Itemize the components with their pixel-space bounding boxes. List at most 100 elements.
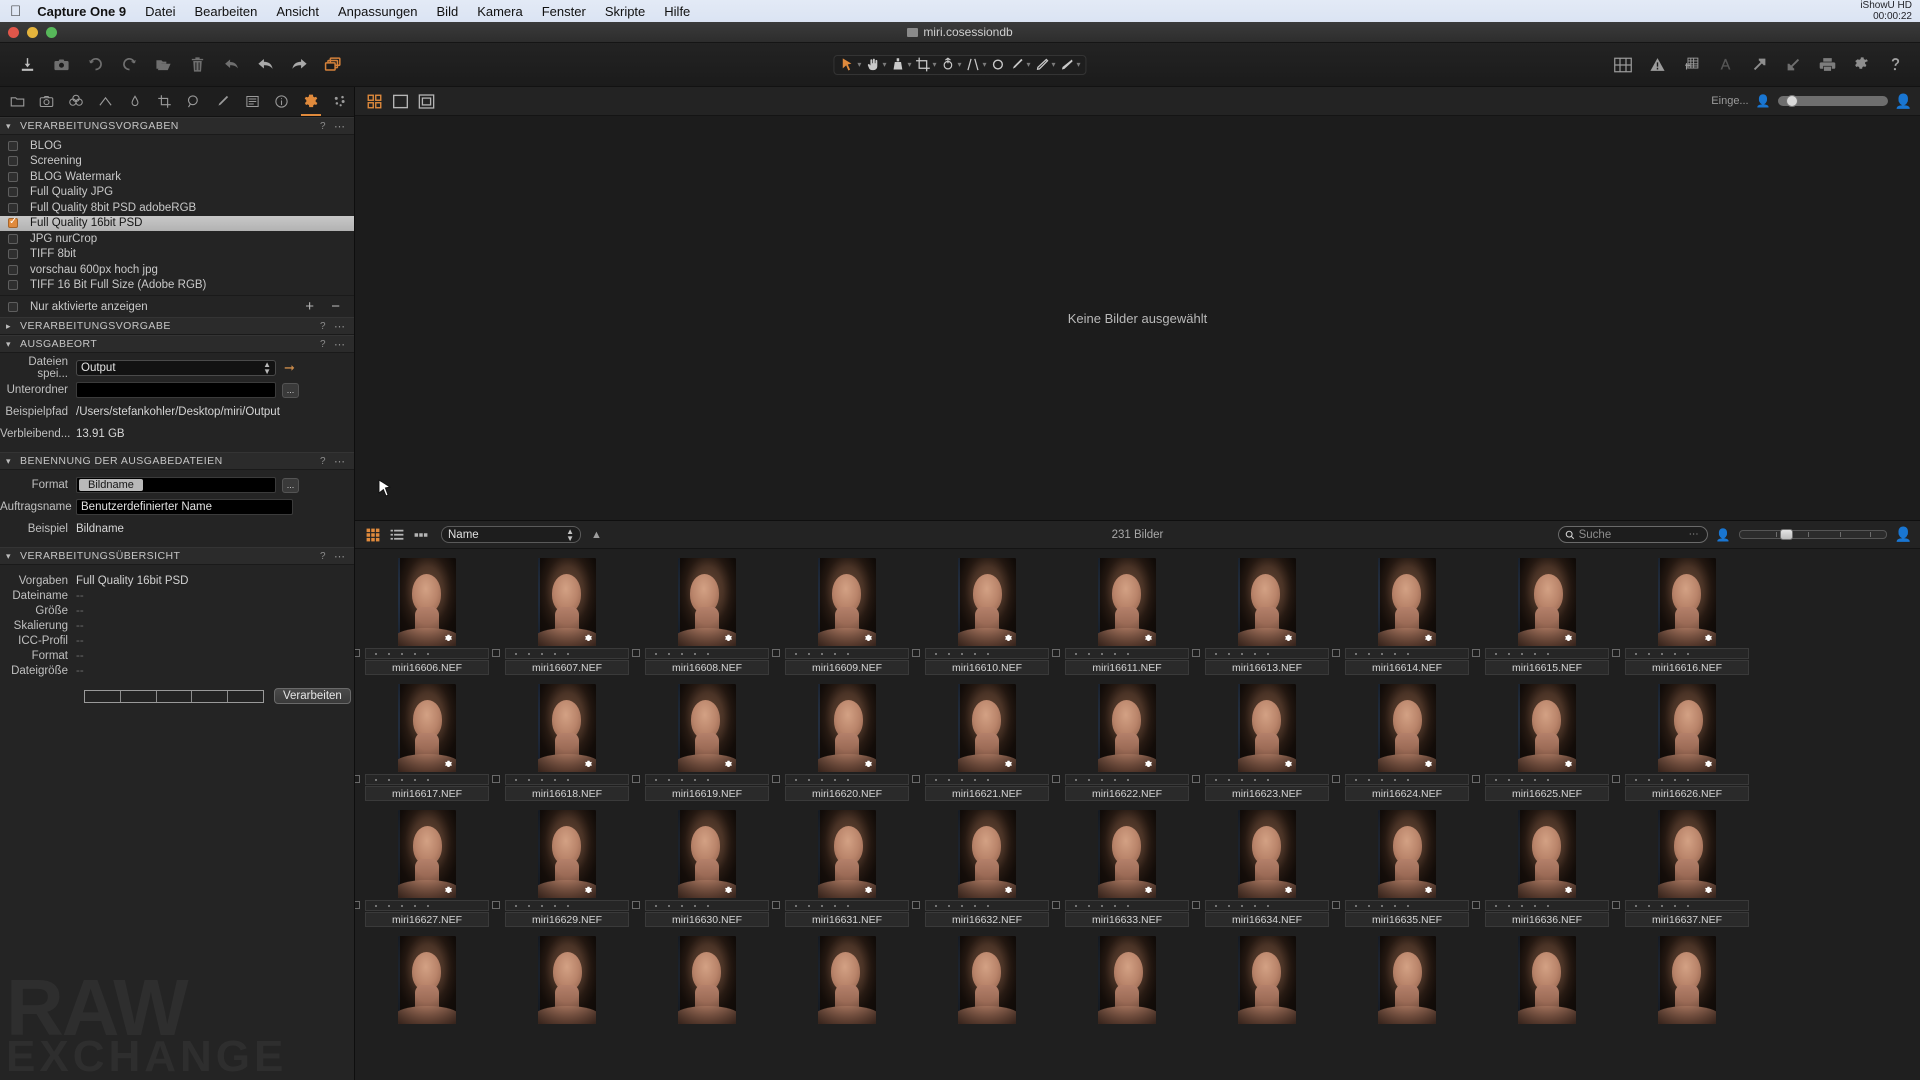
thumbnail-meta-row[interactable] [1612, 774, 1749, 785]
rating-stars[interactable] [926, 904, 989, 907]
redo-icon[interactable] [282, 50, 316, 80]
menu-item-ansicht[interactable]: Ansicht [276, 4, 319, 19]
section-header-processing-presets[interactable]: ▾ VERARBEITUNGSVORGABEN ? ⋯ [0, 117, 354, 135]
checkbox[interactable] [1472, 901, 1480, 909]
rating-stars[interactable] [1626, 778, 1689, 781]
checkbox[interactable] [1052, 775, 1060, 783]
checkbox[interactable] [772, 901, 780, 909]
thumbnail-image[interactable] [678, 936, 736, 1024]
thumbnail-image[interactable] [818, 684, 876, 772]
checkbox[interactable] [8, 187, 18, 198]
chevron-updown-icon[interactable]: ▲ ▼ [566, 527, 574, 542]
checkbox[interactable] [1472, 775, 1480, 783]
image-viewer[interactable]: Keine Bilder ausgewählt [355, 116, 1920, 520]
checkbox[interactable] [1332, 775, 1340, 783]
thumbnail-meta-row[interactable] [772, 774, 909, 785]
rating-stars[interactable] [926, 652, 989, 655]
chevron-down-icon[interactable]: ▾ [6, 551, 14, 562]
checkbox[interactable] [355, 775, 360, 783]
thumbnail-meta-row[interactable] [1472, 774, 1609, 785]
rating-stars[interactable] [646, 904, 709, 907]
thumbnail-cell[interactable]: miri16627.NEF [355, 807, 497, 933]
tab-color[interactable] [92, 89, 119, 115]
exposure-warning-icon[interactable] [1640, 50, 1674, 80]
thumbnail-cell[interactable]: miri16618.NEF [492, 681, 637, 807]
thumbnail-image[interactable] [1378, 558, 1436, 646]
checkbox[interactable] [1612, 649, 1620, 657]
thumbnail-size-slider[interactable] [1738, 529, 1887, 540]
thumbnail-cell[interactable]: miri16633.NEF [1052, 807, 1197, 933]
thumbnail-image[interactable] [1098, 558, 1156, 646]
pan-tool-icon[interactable]: ▾ [863, 57, 888, 72]
section-menu-icon[interactable]: ⋯ [334, 550, 346, 563]
search-menu-icon[interactable]: ⋯ [1689, 529, 1700, 540]
thumbnail-cell[interactable]: miri16635.NEF [1332, 807, 1477, 933]
thumbnail-image[interactable] [1658, 936, 1716, 1024]
grid-view-icon[interactable] [1606, 50, 1640, 80]
thumbnail-meta-row[interactable] [1052, 648, 1189, 659]
thumbnail-meta-row[interactable] [1192, 648, 1329, 659]
thumbnail-meta-row[interactable] [912, 648, 1049, 659]
close-button[interactable] [8, 27, 19, 38]
thumbnail-cell[interactable] [1197, 933, 1337, 1059]
thumbnail-image[interactable] [678, 558, 736, 646]
section-menu-icon[interactable]: ⋯ [334, 120, 346, 133]
thumbnail-image[interactable] [1378, 936, 1436, 1024]
thumbnail-meta-row[interactable] [1052, 774, 1189, 785]
checkbox[interactable] [632, 775, 640, 783]
thumbnail-image[interactable] [398, 684, 456, 772]
thumbnail-meta-row[interactable] [355, 774, 489, 785]
rotate-tool-icon[interactable]: ▾ [938, 57, 963, 72]
rating-stars[interactable] [366, 778, 429, 781]
proof-view-icon[interactable] [413, 90, 439, 112]
thumbnail-meta-row[interactable] [492, 648, 629, 659]
thumbnail-meta-row[interactable] [1612, 648, 1749, 659]
slider-knob[interactable] [1779, 529, 1793, 540]
rating-stars[interactable] [1486, 778, 1549, 781]
thumbnail-image[interactable] [1658, 810, 1716, 898]
list-item[interactable]: Screening [0, 154, 354, 170]
thumbnail-image[interactable] [678, 684, 736, 772]
thumbnail-cell[interactable]: miri16610.NEF [912, 555, 1057, 681]
reveal-folder-icon[interactable]: ➞ [284, 360, 295, 376]
menu-item-app[interactable]: Capture One 9 [37, 4, 126, 19]
rating-stars[interactable] [1486, 652, 1549, 655]
chevron-down-icon[interactable]: ▾ [6, 456, 14, 467]
thumbnail-image[interactable] [398, 558, 456, 646]
format-token-field[interactable]: Bildname [76, 477, 276, 493]
crop-tool-icon[interactable]: ▾ [913, 57, 938, 72]
thumbnail-cell[interactable]: miri16632.NEF [912, 807, 1057, 933]
rating-stars[interactable] [366, 904, 429, 907]
checkbox[interactable] [492, 901, 500, 909]
multi-view-icon[interactable] [361, 90, 387, 112]
single-view-icon[interactable] [387, 90, 413, 112]
thumbnail-meta-row[interactable] [632, 900, 769, 911]
format-token[interactable]: Bildname [79, 479, 143, 491]
thumbnail-image[interactable] [1658, 684, 1716, 772]
rotate-ccw-icon[interactable] [78, 50, 112, 80]
rating-stars[interactable] [1626, 652, 1689, 655]
thumbnail-cell[interactable]: miri16637.NEF [1612, 807, 1757, 933]
white-balance-tool-icon[interactable]: ▾ [888, 57, 913, 72]
thumbnail-cell[interactable] [917, 933, 1057, 1059]
help-icon[interactable]: ? [320, 551, 326, 562]
section-header-processing-recipe[interactable]: ▸ VERARBEITUNGSVORGABE ? ⋯ [0, 317, 354, 335]
window-controls[interactable] [8, 22, 57, 43]
variants-icon[interactable] [316, 50, 350, 80]
thumbnail-meta-row[interactable] [1332, 900, 1469, 911]
checkbox[interactable] [1192, 649, 1200, 657]
thumbnail-cell[interactable]: miri16611.NEF [1052, 555, 1197, 681]
thumbnail-meta-row[interactable] [492, 774, 629, 785]
thumbnail-image[interactable] [1378, 810, 1436, 898]
thumbnail-meta-row[interactable] [355, 648, 489, 659]
thumbnail-cell[interactable] [1477, 933, 1617, 1059]
thumbnail-image[interactable] [538, 936, 596, 1024]
list-item[interactable]: TIFF 16 Bit Full Size (Adobe RGB) [0, 278, 354, 294]
thumbnail-image[interactable] [398, 810, 456, 898]
import-icon[interactable] [10, 50, 44, 80]
add-preset-button[interactable]: + [305, 298, 314, 315]
thumbnail-image[interactable] [1238, 684, 1296, 772]
tab-adjustments[interactable] [209, 89, 236, 115]
chevron-updown-icon[interactable]: ▲ ▼ [263, 361, 271, 376]
checkbox[interactable] [355, 649, 360, 657]
